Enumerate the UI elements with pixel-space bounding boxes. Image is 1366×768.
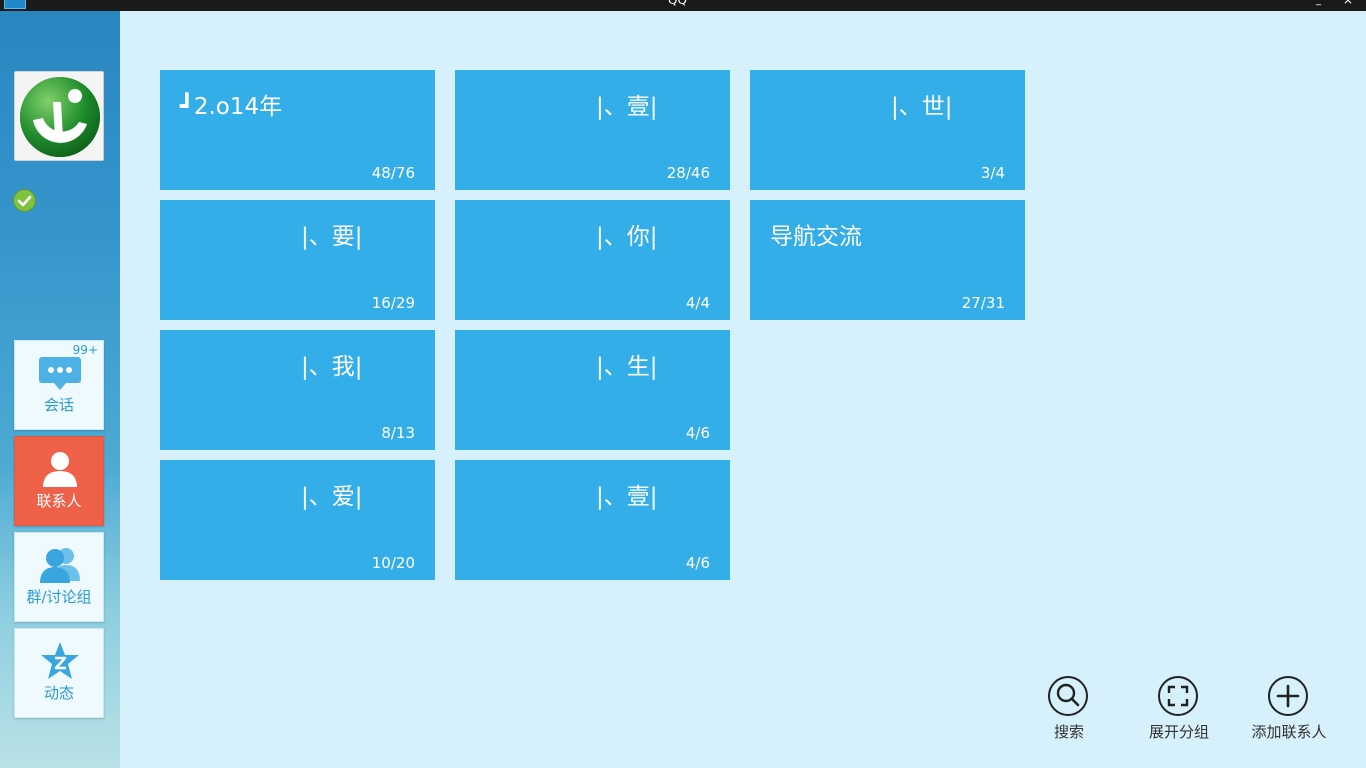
group-name: |、世| bbox=[891, 94, 953, 120]
nav-conversations[interactable]: 99+ 会话 bbox=[14, 340, 104, 430]
group-tile[interactable]: |、爱| 10/20 bbox=[160, 460, 435, 580]
expand-groups-label: 展开分组 bbox=[1148, 723, 1209, 741]
search-icon bbox=[1048, 676, 1088, 716]
nav-conversations-label: 会话 bbox=[43, 396, 74, 414]
expand-groups-button[interactable]: 展开分组 bbox=[1124, 676, 1234, 746]
search-label: 搜索 bbox=[1053, 723, 1084, 741]
group-count: 27/31 bbox=[961, 294, 1005, 312]
group-tile[interactable]: |、生| 4/6 bbox=[455, 330, 730, 450]
group-tile[interactable]: |、壹| 4/6 bbox=[455, 460, 730, 580]
group-tile[interactable]: |、要| 16/29 bbox=[160, 200, 435, 320]
group-name: 导航交流 bbox=[770, 224, 862, 250]
group-count: 28/46 bbox=[666, 164, 710, 182]
nav-feeds-label: 动态 bbox=[43, 684, 74, 702]
group-count: 3/4 bbox=[980, 164, 1005, 182]
add-contact-label: 添加联系人 bbox=[1251, 723, 1327, 741]
group-count: 4/6 bbox=[685, 554, 710, 572]
group-name: |、生| bbox=[596, 354, 658, 380]
chat-bubble-icon bbox=[39, 357, 81, 390]
group-tile[interactable]: |、世| 3/4 bbox=[750, 70, 1025, 190]
nav-contacts-label: 联系人 bbox=[36, 492, 82, 510]
group-count: 8/13 bbox=[381, 424, 415, 442]
group-tile[interactable]: 导航交流 27/31 bbox=[750, 200, 1025, 320]
group-count: 10/20 bbox=[371, 554, 415, 572]
group-count: 4/6 bbox=[685, 424, 710, 442]
group-tile[interactable]: |、你| 4/4 bbox=[455, 200, 730, 320]
person-icon bbox=[43, 452, 77, 487]
search-button[interactable]: 搜索 bbox=[1014, 676, 1124, 746]
group-count: 16/29 bbox=[371, 294, 415, 312]
online-status-icon[interactable] bbox=[13, 189, 36, 212]
plus-icon bbox=[1268, 676, 1308, 716]
group-name: |、要| bbox=[301, 224, 363, 250]
avatar-logo-icon bbox=[15, 72, 103, 160]
nav-groups-label: 群/讨论组 bbox=[26, 588, 92, 606]
group-count: 4/4 bbox=[685, 294, 710, 312]
group-tile[interactable]: ┛2.o14年 48/76 bbox=[160, 70, 435, 190]
sidebar: 99+ 会话 联系人 群/讨论组 动态 bbox=[0, 11, 120, 768]
group-count: 48/76 bbox=[371, 164, 415, 182]
group-name: |、壹| bbox=[596, 484, 658, 510]
group-name: |、我| bbox=[301, 354, 363, 380]
nav-feeds[interactable]: 动态 bbox=[14, 628, 104, 718]
group-name: |、壹| bbox=[596, 94, 658, 120]
window-title: QQ bbox=[668, 0, 687, 7]
title-bar: QQ _ × bbox=[0, 0, 1366, 11]
close-button[interactable]: × bbox=[1343, 0, 1353, 6]
group-tile[interactable]: |、壹| 28/46 bbox=[455, 70, 730, 190]
expand-icon bbox=[1158, 676, 1198, 716]
qzone-star-icon bbox=[41, 642, 79, 679]
group-name: |、你| bbox=[596, 224, 658, 250]
app-icon[interactable] bbox=[4, 0, 26, 9]
nav-contacts[interactable]: 联系人 bbox=[14, 436, 104, 526]
group-name: ┛2.o14年 bbox=[180, 94, 283, 120]
group-tile[interactable]: |、我| 8/13 bbox=[160, 330, 435, 450]
group-icon bbox=[40, 548, 80, 583]
avatar[interactable] bbox=[14, 71, 104, 161]
add-contact-button[interactable]: 添加联系人 bbox=[1234, 676, 1344, 746]
group-name: |、爱| bbox=[301, 484, 363, 510]
minimize-button[interactable]: _ bbox=[1316, 0, 1321, 6]
nav-groups[interactable]: 群/讨论组 bbox=[14, 532, 104, 622]
